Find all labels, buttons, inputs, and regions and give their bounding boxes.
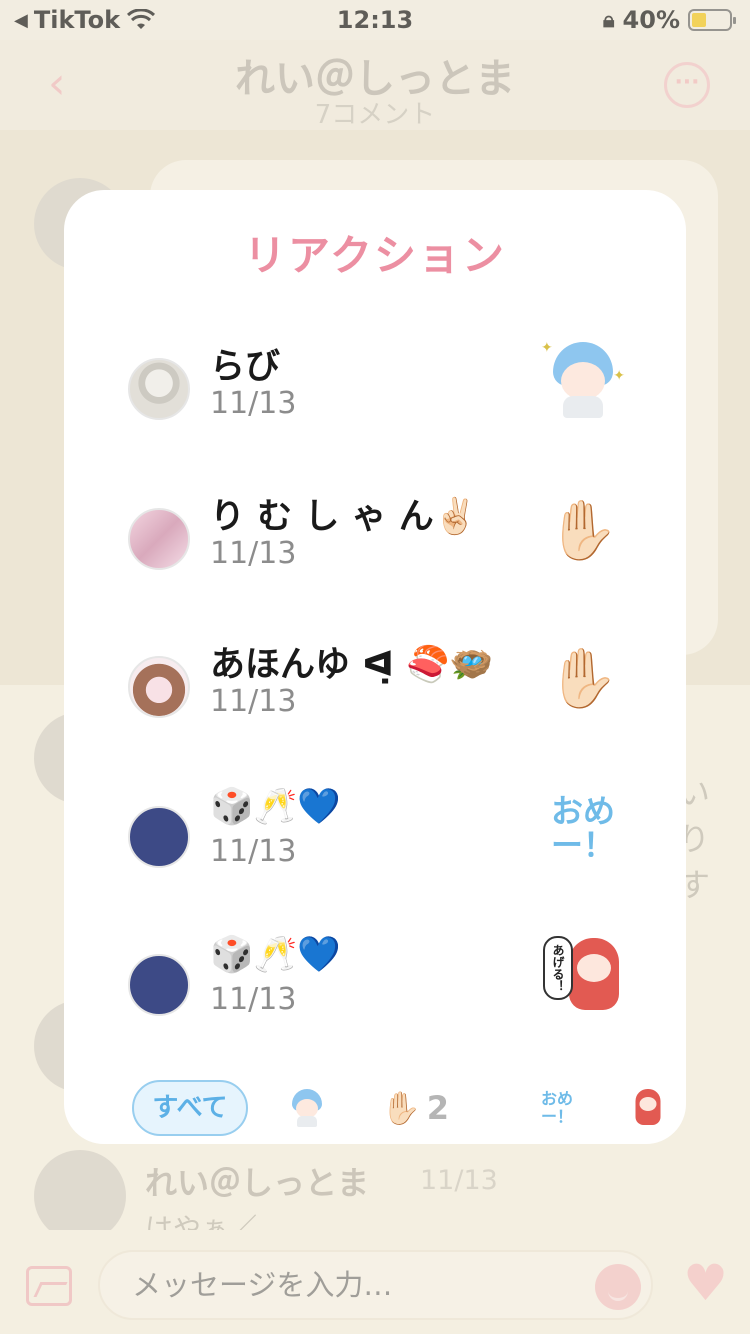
reactor-name: あほんゆ ᐊ̣ 🍣🪺 bbox=[210, 645, 494, 685]
sticker-blue-hair-boy-icon bbox=[288, 1088, 322, 1128]
tab-sticker-boy[interactable] bbox=[272, 1080, 336, 1136]
reaction-date: 11/13 bbox=[210, 386, 297, 421]
sticker-red-hood-icon bbox=[623, 1088, 661, 1128]
reaction-row[interactable]: り む し ゃ ん✌🏻 11/13 ✋🏻 bbox=[128, 480, 628, 600]
reactor-name: 🎲🥂💙 bbox=[210, 935, 341, 975]
tab-omedetou[interactable]: おめ ー！ bbox=[532, 1080, 582, 1136]
reactor-name: らび bbox=[210, 347, 281, 387]
reaction-date: 11/13 bbox=[210, 982, 297, 1017]
omedetou-sticker: おめ ー！ bbox=[540, 1089, 573, 1126]
sticker-red-hood-icon: あげる！ bbox=[538, 926, 628, 1026]
reaction-date: 11/13 bbox=[210, 684, 297, 719]
raised-hand-icon: ✋🏻 bbox=[380, 1089, 421, 1127]
avatar[interactable] bbox=[128, 806, 190, 868]
raised-hand-icon: ✋🏻 bbox=[546, 496, 620, 564]
reaction-modal: リアクション らび 11/13 ✦ ✦ り む し ゃ ん✌🏻 11/13 ✋🏻… bbox=[64, 190, 686, 1144]
sticker-blue-hair-boy-icon: ✦ ✦ bbox=[538, 330, 628, 430]
avatar[interactable] bbox=[128, 656, 190, 718]
reaction-row[interactable]: あほんゆ ᐊ̣ 🍣🪺 11/13 ✋🏻 bbox=[128, 628, 628, 748]
avatar[interactable] bbox=[128, 508, 190, 570]
tab-sticker-red[interactable] bbox=[610, 1080, 661, 1136]
tab-all[interactable]: すべて bbox=[132, 1080, 248, 1136]
tab-raised-hand[interactable]: ✋🏻 2 bbox=[360, 1080, 470, 1136]
sticker-text: あげる！ bbox=[543, 936, 573, 1000]
avatar[interactable] bbox=[128, 358, 190, 420]
reaction-row[interactable]: らび 11/13 ✦ ✦ bbox=[128, 330, 628, 450]
modal-title: リアクション bbox=[244, 231, 506, 280]
reaction-row[interactable]: 🎲🥂💙 11/13 おめ ー！ bbox=[128, 778, 628, 898]
reaction-date: 11/13 bbox=[210, 834, 297, 869]
reactor-name: り む し ゃ ん✌🏻 bbox=[210, 497, 478, 537]
reactor-name: 🎲🥂💙 bbox=[210, 787, 341, 827]
raised-hand-icon: ✋🏻 bbox=[546, 644, 620, 712]
tab-count: 2 bbox=[426, 1089, 450, 1127]
avatar[interactable] bbox=[128, 954, 190, 1016]
reaction-row[interactable]: 🎲🥂💙 11/13 あげる！ bbox=[128, 926, 628, 1046]
reaction-filter-tabs: すべて ✋🏻 2 おめ ー！ bbox=[132, 1080, 661, 1138]
omedetou-sticker: おめ ー！ bbox=[550, 792, 615, 864]
reaction-date: 11/13 bbox=[210, 536, 297, 571]
